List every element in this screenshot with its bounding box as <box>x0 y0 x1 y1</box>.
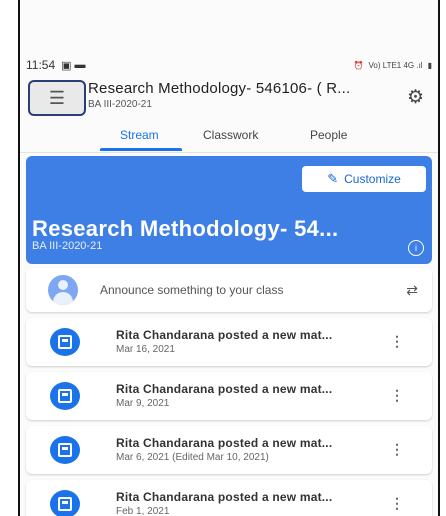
network-status: Vo) LTE1 4G .ıl <box>368 60 423 70</box>
material-icon <box>50 328 80 356</box>
active-tab-indicator <box>100 148 182 151</box>
alarm-icon: ⏰ <box>353 60 364 70</box>
menu-icon: ☰ <box>48 88 66 108</box>
pencil-icon: ✎ <box>327 171 339 186</box>
status-right: ⏰ Vo) LTE1 4G .ıl ▮ <box>354 61 432 70</box>
post-date: Mar 9, 2021 <box>116 398 170 409</box>
customize-button[interactable]: ✎ Customize <box>302 166 426 192</box>
app-bar: ☰ Research Methodology- 546106- ( R... B… <box>20 78 438 120</box>
stream-post[interactable]: Rita Chandarana posted a new mat... Mar … <box>26 372 432 420</box>
more-options-icon[interactable]: ⋮ <box>390 441 404 458</box>
status-time: 11:54 <box>26 58 56 72</box>
message-icon: ▬ <box>74 59 86 71</box>
header-divider <box>20 152 438 153</box>
post-date: Mar 6, 2021 (Edited Mar 10, 2021) <box>116 452 269 463</box>
stream-post[interactable]: Rita Chandarana posted a new mat... Mar … <box>26 318 432 366</box>
post-title: Rita Chandarana posted a new mat... <box>116 490 333 504</box>
class-subtitle: BA III-2020-21 <box>88 99 152 110</box>
post-title: Rita Chandarana posted a new mat... <box>116 436 333 450</box>
material-icon <box>50 436 80 464</box>
announce-box[interactable]: Announce something to your class ⇄ <box>26 268 432 312</box>
battery-icon: ▮ <box>427 60 432 70</box>
stream-post[interactable]: Rita Chandarana posted a new mat... Mar … <box>26 426 432 474</box>
more-options-icon[interactable]: ⋮ <box>390 387 404 404</box>
repost-icon[interactable]: ⇄ <box>406 282 418 299</box>
banner-subtitle: BA III-2020-21 <box>32 240 103 252</box>
announce-placeholder: Announce something to your class <box>100 283 284 297</box>
status-bar: 11:54 ▣ ▬ ⏰ Vo) LTE1 4G .ıl ▮ <box>26 56 432 74</box>
avatar <box>48 275 78 305</box>
class-title: Research Methodology- 546106- ( R... <box>88 80 351 97</box>
info-icon[interactable]: i <box>408 240 424 256</box>
more-options-icon[interactable]: ⋮ <box>390 495 404 512</box>
tab-people[interactable]: People <box>310 128 347 142</box>
material-icon <box>50 490 80 516</box>
post-date: Feb 1, 2021 <box>116 506 170 516</box>
notification-icons: ▣ ▬ <box>61 59 85 72</box>
menu-button[interactable]: ☰ <box>28 80 86 116</box>
tab-classwork[interactable]: Classwork <box>203 128 258 142</box>
phone-screen: 11:54 ▣ ▬ ⏰ Vo) LTE1 4G .ıl ▮ ☰ Research… <box>18 0 440 516</box>
material-icon <box>50 382 80 410</box>
post-date: Mar 16, 2021 <box>116 344 175 355</box>
banner-title: Research Methodology- 54... <box>32 216 339 241</box>
class-banner: ✎ Customize Research Methodology- 54... … <box>26 156 432 264</box>
gear-icon[interactable]: ⚙ <box>407 86 424 109</box>
stream-post[interactable]: Rita Chandarana posted a new mat... Feb … <box>26 480 432 516</box>
tab-bar: Stream Classwork People <box>20 124 438 152</box>
customize-label: Customize <box>344 172 401 186</box>
more-options-icon[interactable]: ⋮ <box>390 333 404 350</box>
post-title: Rita Chandarana posted a new mat... <box>116 382 333 396</box>
gallery-icon: ▣ <box>61 59 72 72</box>
post-title: Rita Chandarana posted a new mat... <box>116 328 333 342</box>
tab-stream[interactable]: Stream <box>120 128 159 142</box>
